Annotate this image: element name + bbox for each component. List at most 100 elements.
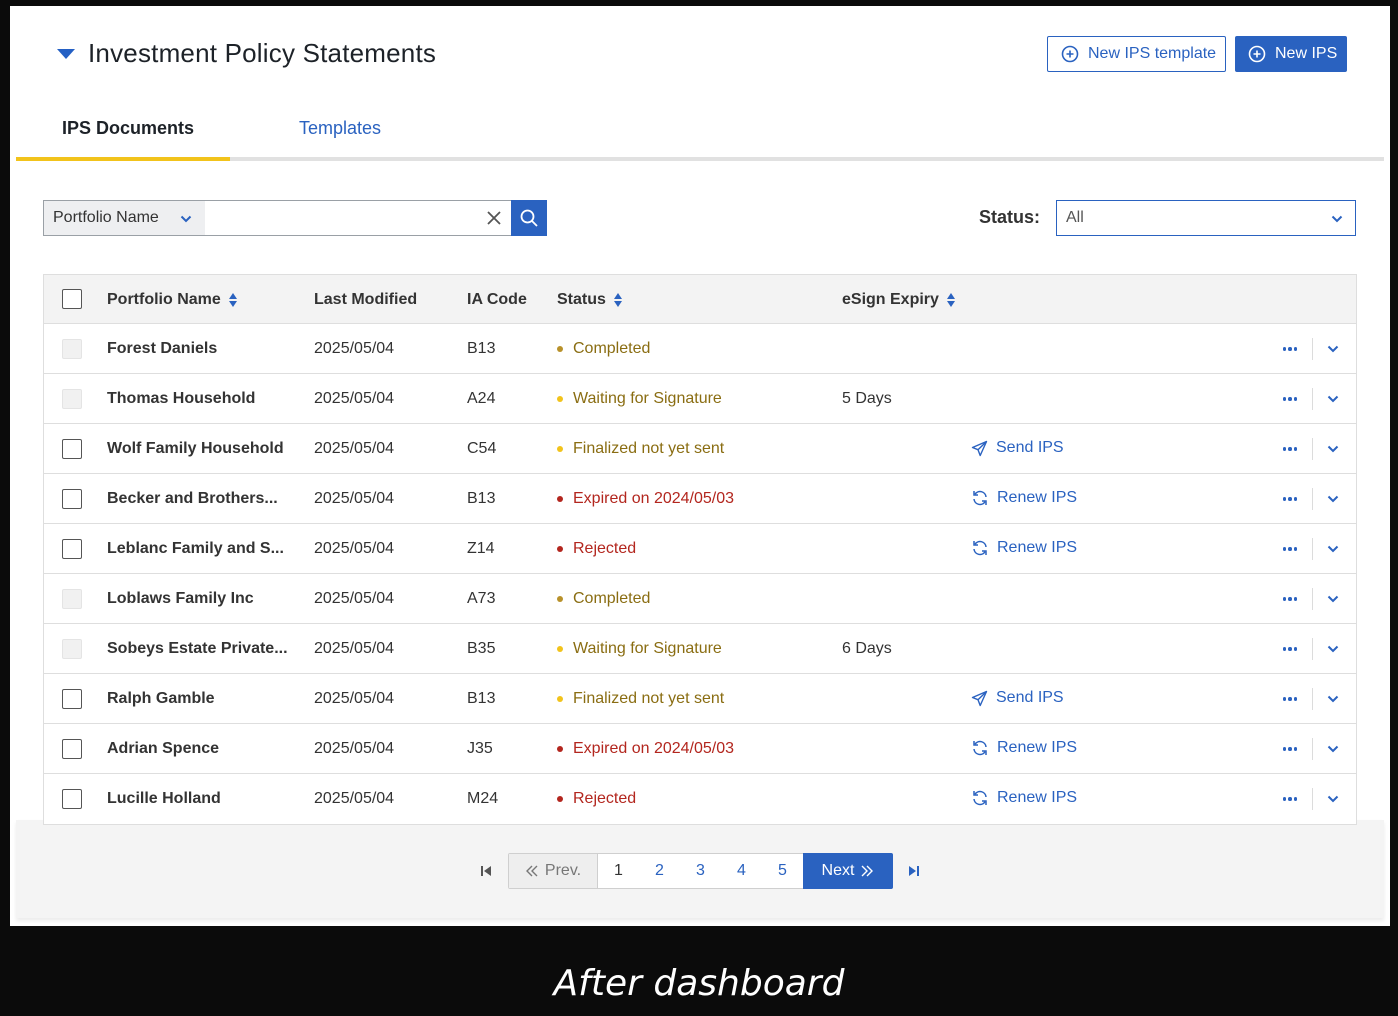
row-checkbox[interactable] (62, 439, 82, 459)
search-input[interactable] (205, 201, 477, 235)
table-row[interactable]: Ralph Gamble 2025/05/04 B13 Finalized not y… (44, 674, 1356, 724)
clear-search-icon[interactable] (477, 201, 511, 235)
status-text: Completed (573, 590, 651, 607)
chevron-down-icon[interactable] (1326, 542, 1340, 556)
select-all-checkbox[interactable] (62, 289, 82, 309)
page-3-button[interactable]: 3 (680, 854, 721, 888)
esign-expiry: 6 Days (842, 640, 892, 657)
status-dot (557, 346, 563, 352)
column-label: eSign Expiry (842, 291, 939, 308)
tab-templates[interactable]: Templates (299, 118, 381, 139)
page-2-button[interactable]: 2 (639, 854, 680, 888)
send-icon (971, 440, 988, 456)
column-status[interactable]: Status (557, 291, 622, 309)
page-1-button[interactable]: 1 (598, 854, 639, 888)
table-row[interactable]: Becker and Brothers... 2025/05/04 B13 Expir… (44, 474, 1356, 524)
status-badge: Waiting for Signature (557, 640, 722, 658)
renew-ips-button[interactable]: Renew IPS (971, 739, 1077, 757)
status-dot (557, 796, 563, 802)
more-options-icon[interactable] (1280, 389, 1300, 409)
more-options-icon[interactable] (1280, 739, 1300, 759)
status-badge: Expired on 2024/05/03 (557, 490, 734, 508)
more-options-icon[interactable] (1280, 589, 1300, 609)
more-options-icon[interactable] (1280, 639, 1300, 659)
status-badge: Completed (557, 590, 650, 608)
collapse-caret-icon[interactable] (57, 49, 75, 59)
table-row[interactable]: Forest Daniels 2025/05/04 B13 Completed (44, 324, 1356, 374)
last-modified: 2025/05/04 (314, 590, 395, 607)
table-row[interactable]: Adrian Spence 2025/05/04 J35 Expired on 202… (44, 724, 1356, 774)
chevron-down-icon[interactable] (1326, 742, 1340, 756)
column-esign-expiry[interactable]: eSign Expiry (842, 291, 955, 309)
send-ips-button[interactable]: Send IPS (971, 689, 1064, 707)
ia-code: B35 (467, 640, 496, 657)
more-options-icon[interactable] (1280, 439, 1300, 459)
status-text: Completed (573, 340, 651, 357)
chevron-down-icon[interactable] (1326, 692, 1340, 706)
row-checkbox[interactable] (62, 689, 82, 709)
active-tab-indicator (16, 157, 230, 161)
ia-code: Z14 (467, 540, 495, 557)
chevron-down-icon[interactable] (1326, 392, 1340, 406)
sort-icon[interactable] (946, 293, 955, 307)
refresh-icon (973, 540, 987, 556)
tab-ips-documents[interactable]: IPS Documents (62, 118, 194, 139)
new-ips-template-button[interactable]: New IPS template (1047, 36, 1226, 72)
new-ips-button[interactable]: New IPS (1235, 36, 1347, 72)
table-row[interactable]: Wolf Family Household 2025/05/04 C54 Finali… (44, 424, 1356, 474)
last-page-icon[interactable] (907, 864, 921, 878)
prev-page-button[interactable]: Prev. (509, 854, 598, 888)
more-options-icon[interactable] (1280, 489, 1300, 509)
portfolio-name: Lucille Holland (107, 790, 221, 807)
row-checkbox[interactable] (62, 739, 82, 759)
renew-ips-button[interactable]: Renew IPS (971, 489, 1077, 507)
status-filter-value: All (1066, 209, 1084, 226)
more-options-icon[interactable] (1280, 789, 1300, 809)
table-row[interactable]: Lucille Holland 2025/05/04 M24 Rejected Rene… (44, 774, 1356, 824)
page-4-button[interactable]: 4 (721, 854, 762, 888)
portfolio-name: Loblaws Family Inc (107, 590, 254, 607)
chevron-down-icon[interactable] (1326, 442, 1340, 456)
chevron-down-icon[interactable] (1326, 792, 1340, 806)
more-options-icon[interactable] (1280, 689, 1300, 709)
more-options-icon[interactable] (1280, 339, 1300, 359)
table-row[interactable]: Leblanc Family and S... 2025/05/04 Z14 Reje… (44, 524, 1356, 574)
sort-icon[interactable] (228, 293, 237, 307)
status-text: Waiting for Signature (573, 390, 722, 407)
status-filter-select[interactable]: All (1056, 200, 1356, 236)
row-checkbox (62, 589, 82, 609)
chevron-down-icon (180, 215, 192, 223)
search-button[interactable] (511, 200, 547, 236)
column-portfolio-name[interactable]: Portfolio Name (107, 291, 237, 309)
search-field-select[interactable]: Portfolio Name (44, 201, 205, 235)
divider (1312, 638, 1313, 660)
status-text: Expired on 2024/05/03 (573, 740, 735, 757)
status-badge: Waiting for Signature (557, 390, 722, 408)
more-options-icon[interactable] (1280, 539, 1300, 559)
page-5-button[interactable]: 5 (762, 854, 803, 888)
chevron-down-icon[interactable] (1326, 342, 1340, 356)
portfolio-name: Leblanc Family and S... (107, 540, 284, 557)
renew-ips-button[interactable]: Renew IPS (971, 789, 1077, 807)
status-badge: Finalized not yet sent (557, 690, 724, 708)
next-page-button[interactable]: Next (803, 853, 893, 889)
status-badge: Finalized not yet sent (557, 440, 724, 458)
sort-icon[interactable] (613, 293, 622, 307)
send-ips-button[interactable]: Send IPS (971, 439, 1064, 457)
status-text: Expired on 2024/05/03 (573, 490, 735, 507)
last-modified: 2025/05/04 (314, 540, 395, 557)
table-row[interactable]: Loblaws Family Inc 2025/05/04 A73 Completed (44, 574, 1356, 624)
portfolio-name: Sobeys Estate Private... (107, 640, 288, 657)
chevron-down-icon[interactable] (1326, 492, 1340, 506)
chevron-down-icon[interactable] (1326, 642, 1340, 656)
table-row[interactable]: Thomas Household 2025/05/04 A24 Waiting for… (44, 374, 1356, 424)
last-modified: 2025/05/04 (314, 490, 395, 507)
row-checkbox[interactable] (62, 489, 82, 509)
row-checkbox[interactable] (62, 539, 82, 559)
first-page-icon[interactable] (479, 864, 493, 878)
table-row[interactable]: Sobeys Estate Private... 2025/05/04 B35 Wai… (44, 624, 1356, 674)
row-checkbox[interactable] (62, 789, 82, 809)
last-modified: 2025/05/04 (314, 690, 395, 707)
chevron-down-icon[interactable] (1326, 592, 1340, 606)
renew-ips-button[interactable]: Renew IPS (971, 539, 1077, 557)
